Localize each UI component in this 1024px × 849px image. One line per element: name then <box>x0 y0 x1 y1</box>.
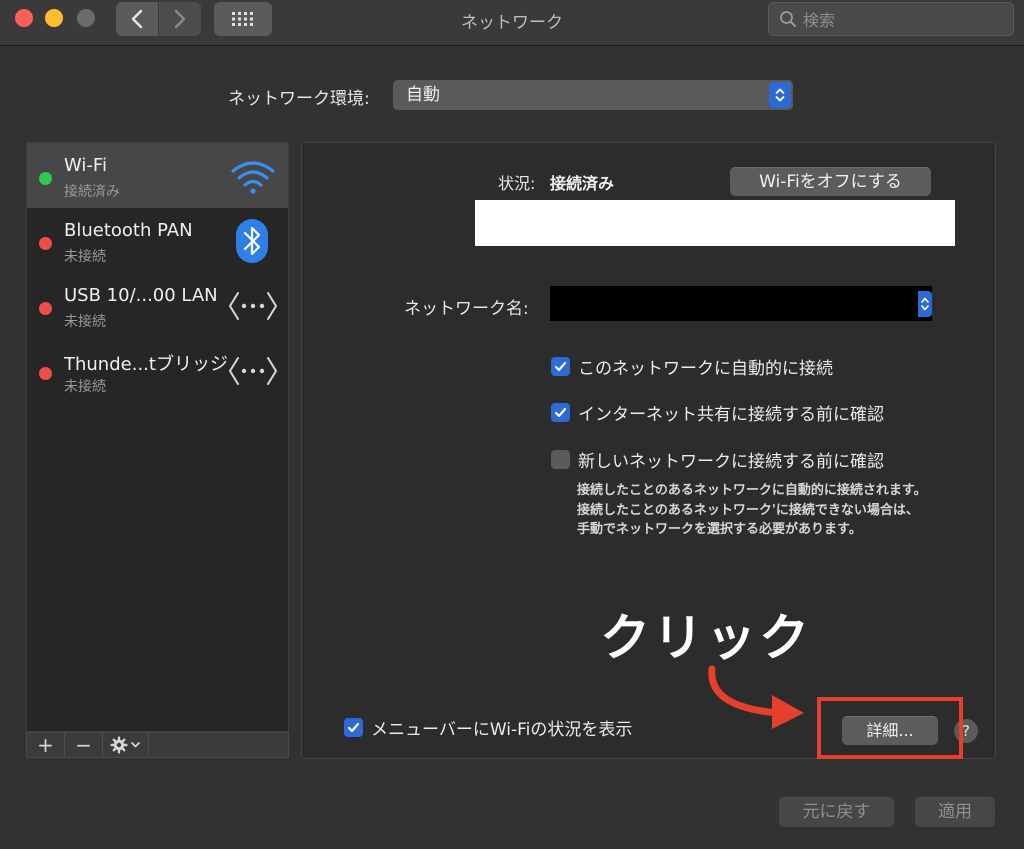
service-item-bluetooth-pan[interactable]: Bluetooth PAN 未接続 <box>27 208 288 273</box>
ethernet-icon <box>229 292 277 320</box>
service-name: USB 10/...00 LAN <box>64 285 218 306</box>
bluetooth-icon <box>236 219 268 263</box>
status-value: 接続済み <box>550 174 615 193</box>
checkmark-icon <box>554 361 567 372</box>
select-stepper <box>918 291 932 317</box>
ethernet-icon <box>229 357 277 385</box>
status-dot <box>39 172 52 185</box>
menubar-status-label: メニューバーにWi-Fiの状況を表示 <box>371 720 633 740</box>
status-dot <box>39 302 52 315</box>
updown-chevron-icon <box>775 88 785 102</box>
updown-chevron-icon <box>921 297 929 311</box>
location-value: 自動 <box>406 85 440 105</box>
auto-join-checkbox-row[interactable]: このネットワークに自動的に接続 <box>551 354 833 379</box>
remove-service-button[interactable]: − <box>65 733 103 757</box>
location-label: ネットワーク環境: <box>228 89 370 109</box>
service-list[interactable]: Wi-Fi 接続済み Bluetooth PAN 未接続 USB 10/...0… <box>26 142 289 732</box>
highlight-box <box>817 697 963 759</box>
network-name-label: ネットワーク名: <box>404 299 529 319</box>
service-item-wifi[interactable]: Wi-Fi 接続済み <box>27 143 288 208</box>
arrow-icon <box>708 665 804 729</box>
service-status: 未接続 <box>64 314 106 330</box>
search-input[interactable]: 検索 <box>768 2 1014 36</box>
service-name: Wi-Fi <box>64 155 107 176</box>
service-list-toolbar: + − <box>26 732 289 758</box>
search-placeholder: 検索 <box>803 11 836 30</box>
service-status: 未接続 <box>64 379 106 395</box>
service-name: Thunde...tブリッジ <box>64 354 228 375</box>
select-stepper <box>769 82 791 108</box>
service-status: 接続済み <box>64 184 120 200</box>
ask-new-network-label: 新しいネットワークに接続する前に確認 <box>578 452 884 472</box>
search-icon <box>780 11 796 27</box>
status-dot <box>39 237 52 250</box>
location-select[interactable]: 自動 <box>393 80 793 110</box>
service-name: Bluetooth PAN <box>64 220 193 241</box>
ask-new-network-checkbox[interactable] <box>551 450 570 469</box>
action-menu-button[interactable] <box>103 733 149 757</box>
service-item-thunderbolt-bridge[interactable]: Thunde...tブリッジ 未接続 <box>27 338 288 403</box>
menubar-status-checkbox-row[interactable]: メニューバーにWi-Fiの状況を表示 <box>344 715 632 740</box>
status-label: 状況: <box>498 174 536 193</box>
checkmark-icon <box>347 722 360 733</box>
ask-hotspot-label: インターネット共有に接続する前に確認 <box>578 405 884 425</box>
click-caption: クリック <box>600 609 812 667</box>
auto-join-label: このネットワークに自動的に接続 <box>578 359 833 379</box>
add-service-button[interactable]: + <box>27 733 65 757</box>
service-status: 未接続 <box>64 249 106 265</box>
network-name-select[interactable] <box>550 286 932 321</box>
wifi-icon <box>231 161 275 194</box>
ask-new-network-checkbox-row[interactable]: 新しいネットワークに接続する前に確認 <box>551 447 884 472</box>
service-item-usb-lan[interactable]: USB 10/...00 LAN 未接続 <box>27 273 288 338</box>
revert-button[interactable]: 元に戻す <box>779 797 894 827</box>
gear-icon <box>110 736 140 754</box>
ask-hotspot-checkbox-row[interactable]: インターネット共有に接続する前に確認 <box>551 400 884 425</box>
menubar-status-checkbox[interactable] <box>344 718 363 737</box>
auto-join-hint: 接続したことのあるネットワークに自動的に接続されます。接続したことのあるネットワ… <box>577 483 927 537</box>
apply-button[interactable]: 適用 <box>915 797 995 827</box>
ask-hotspot-checkbox[interactable] <box>551 403 570 422</box>
checkmark-icon <box>554 407 567 418</box>
auto-join-checkbox[interactable] <box>551 357 570 376</box>
turn-wifi-off-button[interactable]: Wi-Fiをオフにする <box>730 167 931 196</box>
title-bar: ネットワーク 検索 <box>0 0 1024 46</box>
status-dot <box>39 367 52 380</box>
status-detail-redacted <box>475 200 955 246</box>
